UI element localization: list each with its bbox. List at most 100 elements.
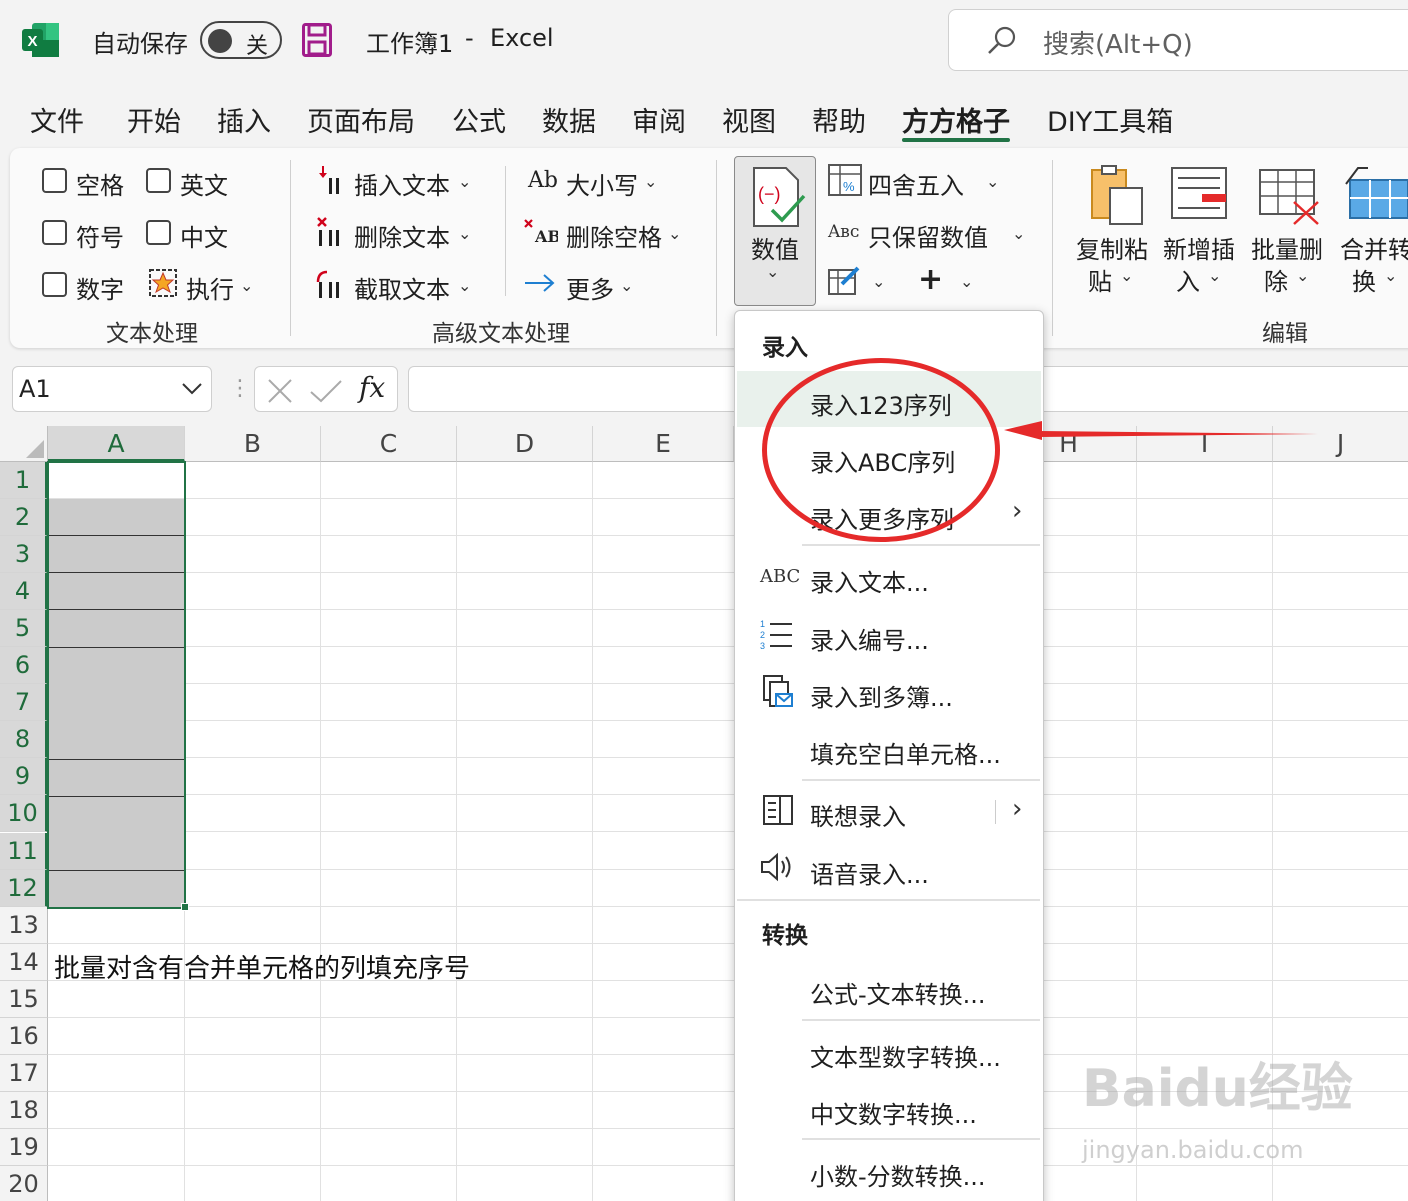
tab-fangfang[interactable]: 方方格子 [902,100,1010,139]
round-button[interactable]: 四舍五入 [868,166,964,201]
checkbox-chinese[interactable] [146,220,171,245]
chevron-down-icon[interactable]: ⌄ [668,224,681,243]
row-header-1[interactable]: 1 [0,462,48,499]
row-header-8[interactable]: 8 [0,721,48,758]
cell-a14-text: 批量对含有合并单元格的列填充序号 [54,954,471,984]
row-header-19[interactable]: 19 [0,1129,48,1166]
row-header-10[interactable]: 10 [0,795,48,832]
delete-text-button[interactable]: 删除文本 [354,218,450,253]
row-header-20[interactable]: 20 [0,1166,48,1201]
column-header-b[interactable]: B [185,426,321,462]
insert-text-button[interactable]: 插入文本 [354,166,450,201]
delete-space-button[interactable]: 删除空格 [566,218,662,253]
row-header-11[interactable]: 11 [0,833,48,870]
chevron-down-icon[interactable]: ⌄ [458,276,471,295]
column-header-a[interactable]: A [48,426,185,462]
row-header-6[interactable]: 6 [0,647,48,684]
menu-item-chinese-number-convert[interactable]: 中文数字转换... [810,1095,977,1130]
cancel-icon[interactable] [267,378,293,404]
merge-convert-label-1[interactable]: 合并转 [1340,230,1408,265]
chevron-down-icon[interactable]: ⌄ [986,172,999,191]
tab-data[interactable]: 数据 [542,100,596,139]
extract-text-button[interactable]: 截取文本 [354,270,450,305]
column-header-d[interactable]: D [457,426,593,462]
batch-delete-label-2[interactable]: 除 [1264,262,1288,297]
save-icon[interactable] [302,23,332,57]
chevron-down-icon[interactable]: ⌄ [960,272,973,291]
row-header-18[interactable]: 18 [0,1092,48,1129]
more-button[interactable]: 更多 [566,270,614,305]
select-all-corner[interactable] [0,426,48,462]
column-header-e[interactable]: E [593,426,734,462]
checkbox-english[interactable] [146,168,171,193]
edit-sheet-icon[interactable] [828,264,862,296]
chevron-down-icon[interactable]: ⌄ [872,272,885,291]
row-header-9[interactable]: 9 [0,758,48,795]
row-header-7[interactable]: 7 [0,684,48,721]
chevron-down-icon[interactable]: ⌄ [1012,224,1025,243]
chevron-right-icon[interactable]: › [1012,496,1022,526]
insert-function-icon[interactable]: fx [359,371,385,404]
checkbox-symbol[interactable] [42,220,67,245]
row-header-2[interactable]: 2 [0,499,48,536]
menu-item-enter-text[interactable]: 录入文本... [810,563,929,598]
row-header-17[interactable]: 17 [0,1055,48,1092]
row-header-15[interactable]: 15 [0,981,48,1018]
case-button[interactable]: 大小写 [566,166,638,201]
row-header-16[interactable]: 16 [0,1018,48,1055]
copy-paste-label-2[interactable]: 贴 [1088,262,1112,297]
row-header-3[interactable]: 3 [0,536,48,573]
batch-delete-label-1[interactable]: 批量删 [1251,230,1323,265]
keep-numbers-button[interactable]: 只保留数值 [868,218,988,253]
chevron-down-icon[interactable]: ⌄ [644,172,657,191]
menu-item-enter-number[interactable]: 录入编号... [810,621,929,656]
chevron-down-icon[interactable]: ⌄ [458,172,471,191]
merge-convert-label-2[interactable]: 换 [1352,262,1376,297]
chevron-down-icon[interactable]: ⌄ [458,224,471,243]
menu-item-formula-text-convert[interactable]: 公式-文本转换... [810,975,986,1010]
tab-help[interactable]: 帮助 [812,100,866,139]
menu-item-decimal-fraction-convert[interactable]: 小数-分数转换... [810,1157,986,1192]
search-box[interactable]: 搜索(Alt+Q) [948,9,1408,71]
chevron-down-icon[interactable]: ⌄ [620,276,633,295]
tab-home[interactable]: 开始 [127,100,181,139]
tab-formulas[interactable]: 公式 [452,100,506,139]
tab-view[interactable]: 视图 [722,100,776,139]
insert-new-label-2[interactable]: 入 [1176,262,1200,297]
menu-item-enter-multi-workbook[interactable]: 录入到多簿... [810,678,953,713]
menu-item-text-number-convert[interactable]: 文本型数字转换... [810,1038,1001,1073]
execute-icon[interactable] [148,268,178,298]
menu-item-associative-entry[interactable]: 联想录入 [810,797,906,832]
tab-page-layout[interactable]: 页面布局 [307,100,415,139]
execute-label[interactable]: 执行 [186,270,234,305]
name-box[interactable]: A1 [12,366,212,412]
plus-button[interactable]: + [918,262,943,297]
row-header-14[interactable]: 14 [0,944,48,981]
menu-item-voice-entry[interactable]: 语音录入... [810,855,929,890]
row-header-4[interactable]: 4 [0,573,48,610]
tab-review[interactable]: 审阅 [632,100,686,139]
row-header-13[interactable]: 13 [0,907,48,944]
chevron-down-icon[interactable]: ⌄ [1120,266,1133,285]
tab-diy-toolbox[interactable]: DIY工具箱 [1047,100,1173,139]
row-header-12[interactable]: 12 [0,870,48,907]
autosave-toggle[interactable]: 关 [200,21,282,59]
menu-item-fill-blank-cells[interactable]: 填充空白单元格... [810,735,1001,770]
chevron-right-icon[interactable]: › [1012,794,1022,824]
row-header-5[interactable]: 5 [0,610,48,647]
chevron-down-icon[interactable]: ⌄ [240,276,253,295]
chevron-down-icon[interactable]: ⌄ [1208,266,1221,285]
chevron-down-icon[interactable]: ⌄ [1384,266,1397,285]
round-icon: % [828,164,862,196]
chevron-down-icon[interactable]: ⌄ [1296,266,1309,285]
enter-check-icon[interactable] [309,378,343,404]
chevron-down-icon[interactable] [181,381,203,397]
checkbox-number[interactable] [42,272,67,297]
copy-paste-label-1[interactable]: 复制粘 [1076,230,1148,265]
column-header-c[interactable]: C [321,426,457,462]
tab-file[interactable]: 文件 [30,100,84,139]
checkbox-space[interactable] [42,168,67,193]
tab-insert[interactable]: 插入 [217,100,271,139]
insert-new-label-1[interactable]: 新增插 [1163,230,1235,265]
fill-handle[interactable] [181,903,189,911]
